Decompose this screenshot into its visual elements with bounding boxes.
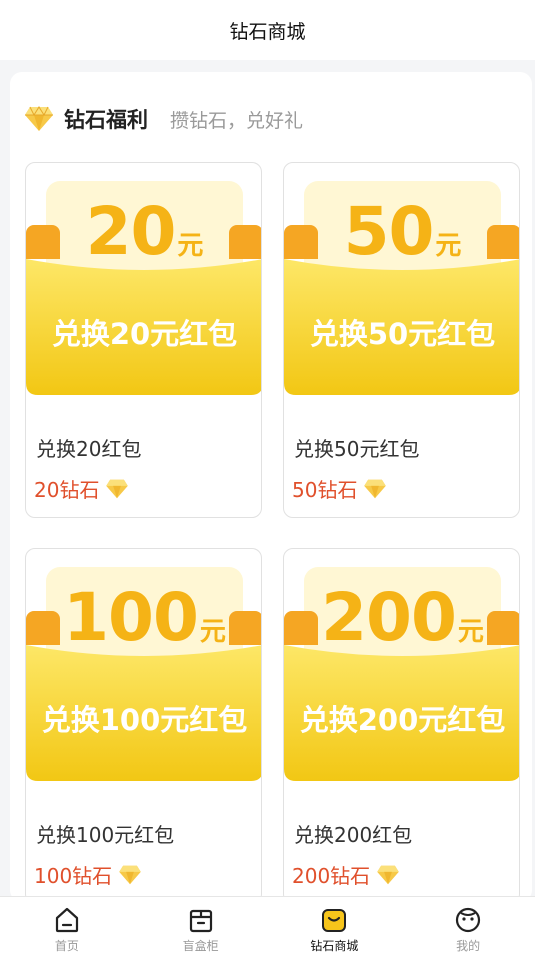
section-subtitle: 攒钻石，兑好礼 [170, 109, 304, 132]
red-envelope-image: 200元 兑换200元红包 [284, 549, 519, 784]
top-bar: 钻石商城 [0, 0, 535, 60]
product-name: 兑换50元红包 [294, 437, 420, 461]
tab-profile[interactable]: 我的 [401, 897, 535, 955]
store-icon [322, 909, 347, 932]
product-name: 兑换20红包 [36, 437, 142, 461]
product-card-200[interactable]: 200元 兑换200元红包 兑换200红包 200钻石 [283, 548, 520, 904]
cabinet-icon [189, 909, 212, 933]
envelope-exchange-label: 兑换200元红包 [299, 703, 506, 737]
section-title: 钻石福利 [64, 108, 148, 132]
tab-label: 盲盒柜 [182, 939, 219, 953]
section-header: 钻石福利 攒钻石，兑好礼 [24, 104, 303, 134]
page-title: 钻石商城 [229, 20, 306, 43]
price-value: 100钻石 [34, 864, 113, 888]
product-card-50[interactable]: 50元 兑换50元红包 兑换50元红包 50钻石 [283, 162, 520, 518]
diamond-icon [25, 106, 53, 131]
price-value: 20钻石 [34, 478, 100, 502]
price-value: 200钻石 [292, 864, 371, 888]
tab-blind-box-cabinet[interactable]: 盲盒柜 [134, 897, 268, 955]
profile-icon [456, 907, 481, 933]
product-name: 兑换100元红包 [36, 823, 175, 847]
product-price: 20钻石 [34, 474, 129, 503]
price-value: 50钻石 [292, 478, 358, 502]
red-envelope-image: 100元 兑换100元红包 [26, 549, 261, 784]
diamond-icon [377, 865, 399, 884]
product-card-20[interactable]: 20元 兑换20元红包 兑换20红包 20钻石 [25, 162, 262, 518]
home-icon [55, 907, 78, 933]
diamond-icon [106, 479, 129, 498]
bottom-tab-bar: 首页 盲盒柜 钻石商城 我的 [0, 896, 535, 955]
product-price: 200钻石 [292, 860, 400, 889]
tab-label: 首页 [54, 939, 79, 953]
tab-home[interactable]: 首页 [0, 897, 134, 955]
envelope-exchange-label: 兑换50元红包 [309, 317, 496, 351]
product-price: 50钻石 [292, 474, 387, 503]
envelope-exchange-label: 兑换20元红包 [51, 317, 238, 351]
product-card-100[interactable]: 100元 兑换100元红包 兑换100元红包 100钻石 [25, 548, 262, 904]
product-price: 100钻石 [34, 860, 142, 889]
red-envelope-image: 20元 兑换20元红包 [26, 163, 261, 398]
diamond-icon [364, 479, 387, 498]
tab-label: 我的 [456, 939, 481, 953]
tab-label: 钻石商城 [310, 939, 359, 953]
tab-diamond-store[interactable]: 钻石商城 [268, 897, 402, 955]
red-envelope-image: 50元 兑换50元红包 [284, 163, 519, 398]
product-name: 兑换200红包 [294, 823, 413, 847]
envelope-exchange-label: 兑换100元红包 [41, 703, 248, 737]
diamond-icon [119, 865, 141, 884]
